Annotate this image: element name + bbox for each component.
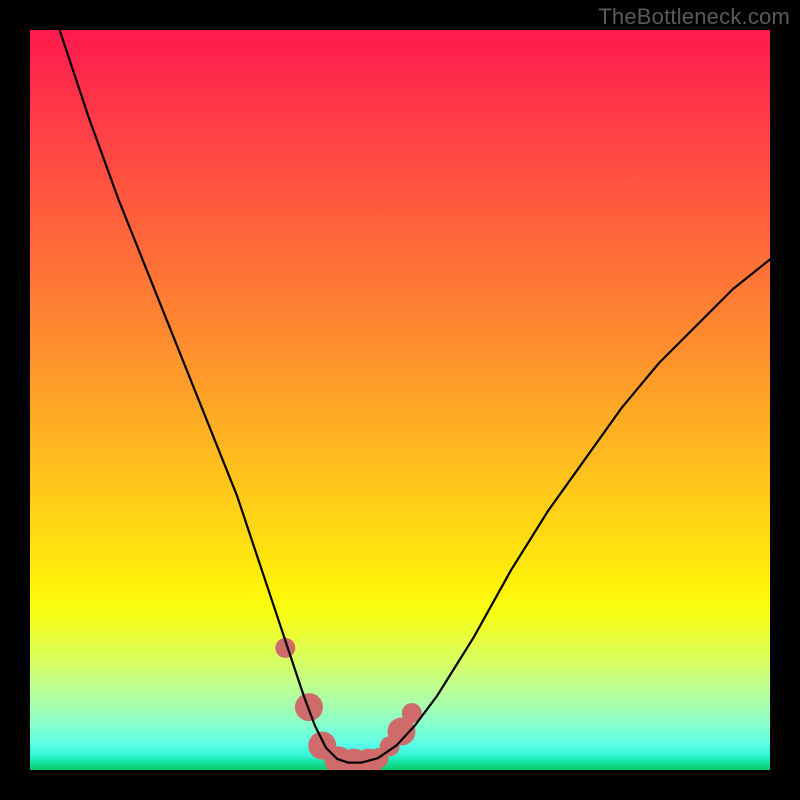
marker-group bbox=[275, 638, 422, 770]
watermark-text: TheBottleneck.com bbox=[598, 4, 790, 30]
bottleneck-curve bbox=[60, 30, 770, 763]
chart-svg bbox=[30, 30, 770, 770]
plot-area bbox=[30, 30, 770, 770]
chart-frame: TheBottleneck.com bbox=[0, 0, 800, 800]
